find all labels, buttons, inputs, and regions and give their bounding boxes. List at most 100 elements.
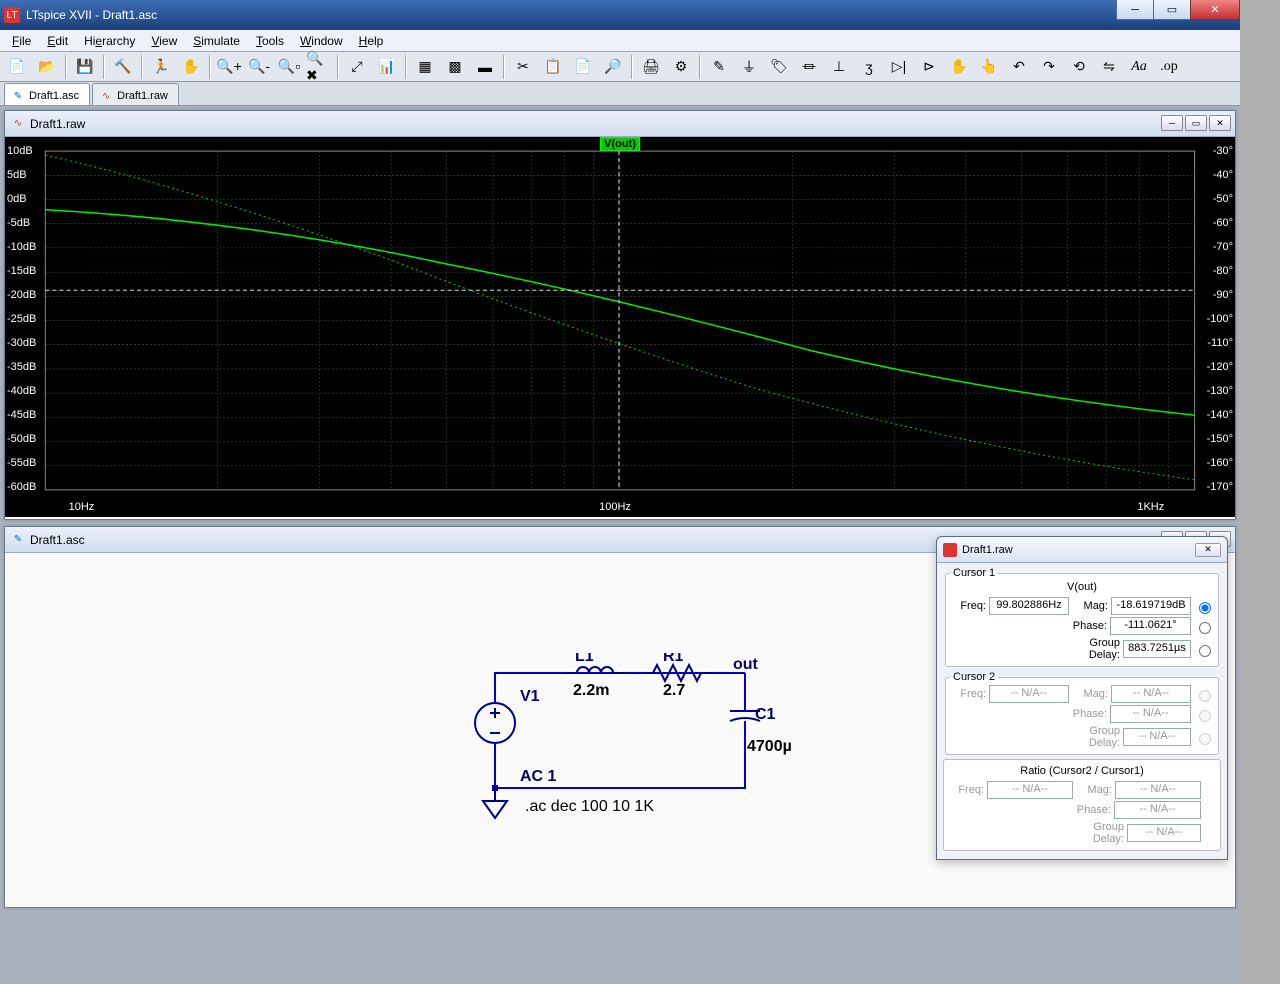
y2-axis-tick: -50° xyxy=(1213,193,1233,205)
window-minimize-button[interactable]: ─ xyxy=(1116,0,1154,20)
x-axis-tick: 1KHz xyxy=(1137,501,1164,513)
menu-view[interactable]: View xyxy=(143,32,185,50)
pick-trace-icon[interactable]: 📊 xyxy=(373,54,401,80)
ratio-freq-field: -- N/A-- xyxy=(987,781,1073,799)
cursor1-freq-field[interactable]: 99.802886Hz xyxy=(989,597,1069,615)
ground-icon[interactable]: ⏚ xyxy=(735,54,763,80)
plot-minimize-button[interactable]: ─ xyxy=(1161,115,1183,131)
cursor1-phase-radio[interactable] xyxy=(1199,622,1211,634)
inductor-icon[interactable]: ʒ xyxy=(855,54,883,80)
cursor2-section: Cursor 2 Freq: -- N/A-- Mag: -- N/A-- Ph… xyxy=(945,671,1219,755)
y2-axis-tick: -40° xyxy=(1213,169,1233,181)
menu-hierarchy[interactable]: Hierarchy xyxy=(76,32,143,50)
cursor1-mag-field[interactable]: -18.619719dB xyxy=(1111,597,1191,615)
menu-file[interactable]: File xyxy=(4,32,39,50)
y-axis-tick: -20dB xyxy=(7,289,36,301)
diode-icon[interactable]: ▷| xyxy=(885,54,913,80)
plot-maximize-button[interactable]: ▭ xyxy=(1185,115,1207,131)
tile-icon[interactable]: ▦ xyxy=(411,54,439,80)
menu-tools[interactable]: Tools xyxy=(248,32,292,50)
resistor-icon[interactable]: ⏛ xyxy=(795,54,823,80)
svg-text:out: out xyxy=(733,656,759,673)
capacitor-icon[interactable]: ⊥ xyxy=(825,54,853,80)
copy-icon[interactable]: 📋 xyxy=(539,54,567,80)
plot-area[interactable]: V(out) 10dB5dB0dB-5dB-10dB-15dB-20dB-25d… xyxy=(5,137,1235,517)
zoom-in-icon[interactable]: 🔍+ xyxy=(215,54,243,80)
cursor-panel-title: Draft1.raw xyxy=(962,544,1013,556)
tab-draft1-raw[interactable]: ∿Draft1.raw xyxy=(92,83,179,105)
y-axis-tick: -50dB xyxy=(7,433,36,445)
cursor-panel-close-button[interactable]: ✕ xyxy=(1195,543,1221,557)
rotate-icon[interactable]: ⟲ xyxy=(1065,54,1093,80)
y-axis-tick: 0dB xyxy=(7,193,27,205)
new-schematic-icon[interactable]: 📄 xyxy=(3,54,31,80)
cursor2-gd-radio xyxy=(1199,733,1211,745)
menu-help[interactable]: Help xyxy=(351,32,392,50)
cursor-info-panel[interactable]: Draft1.raw ✕ Cursor 1 V(out) Freq: 99.80… xyxy=(936,536,1228,860)
y2-axis-tick: -160° xyxy=(1207,457,1233,469)
autorange-icon[interactable]: ⤢ xyxy=(343,54,371,80)
toolbar: 📄 📂 💾 🔨 🏃 ✋ 🔍+ 🔍- 🔍▫ 🔍✖ ⤢ 📊 ▦ ▩ ▬ ✂ 📋 📄 … xyxy=(0,52,1240,82)
cascade-icon[interactable]: ▩ xyxy=(441,54,469,80)
draw-wire-icon[interactable]: ✎ xyxy=(705,54,733,80)
redo-icon[interactable]: ↷ xyxy=(1035,54,1063,80)
ratio-phase-field: -- N/A-- xyxy=(1114,801,1201,819)
run-icon[interactable]: 🏃 xyxy=(147,54,175,80)
svg-text:.ac dec 100 10 1K: .ac dec 100 10 1K xyxy=(525,798,654,815)
y-axis-tick: -15dB xyxy=(7,265,36,277)
paste-icon[interactable]: 📄 xyxy=(569,54,597,80)
open-icon[interactable]: 📂 xyxy=(33,54,61,80)
menu-simulate[interactable]: Simulate xyxy=(185,32,248,50)
cursor-panel-title-bar[interactable]: Draft1.raw ✕ xyxy=(937,537,1227,563)
window-maximize-button[interactable]: ▭ xyxy=(1153,0,1191,20)
print-icon[interactable]: 🖨 xyxy=(637,54,665,80)
mag-label: Mag: xyxy=(1072,600,1108,612)
svg-text:V1: V1 xyxy=(520,688,540,705)
svg-text:AC 1: AC 1 xyxy=(520,768,557,785)
cursor1-gd-radio[interactable] xyxy=(1199,645,1211,657)
find-icon[interactable]: 🔎 xyxy=(599,54,627,80)
cursor1-gd-field[interactable]: 883.7251µs xyxy=(1123,640,1191,658)
cut-icon[interactable]: ✂ xyxy=(509,54,537,80)
cursor1-phase-field[interactable]: -111.0621° xyxy=(1110,617,1191,635)
halt-icon[interactable]: ✋ xyxy=(177,54,205,80)
zoom-fit-icon[interactable]: 🔍▫ xyxy=(275,54,303,80)
undo-icon[interactable]: ↶ xyxy=(1005,54,1033,80)
tab-draft1-asc[interactable]: ✎Draft1.asc xyxy=(4,83,90,105)
plot-window-header[interactable]: ∿ Draft1.raw ─ ▭ ✕ xyxy=(5,111,1235,137)
menu-edit[interactable]: Edit xyxy=(39,32,76,50)
svg-text:L1: L1 xyxy=(575,653,594,665)
spice-directive-icon[interactable]: .op xyxy=(1155,54,1183,80)
cursor2-freq-field: -- N/A-- xyxy=(989,685,1069,703)
save-icon[interactable]: 💾 xyxy=(71,54,99,80)
mirror-icon[interactable]: ⇋ xyxy=(1095,54,1123,80)
y2-axis-tick: -150° xyxy=(1207,433,1233,445)
menu-window[interactable]: Window xyxy=(292,32,351,50)
component-icon[interactable]: ⊳ xyxy=(915,54,943,80)
y2-axis-tick: -170° xyxy=(1207,481,1233,493)
print-setup-icon[interactable]: ⚙ xyxy=(667,54,695,80)
text-icon[interactable]: Aa xyxy=(1125,54,1153,80)
y-axis-tick: -55dB xyxy=(7,457,36,469)
plot-window: ∿ Draft1.raw ─ ▭ ✕ V(out) xyxy=(4,110,1236,520)
waveform-icon: ∿ xyxy=(99,89,113,103)
y-axis-tick: 5dB xyxy=(7,169,27,181)
y-axis-tick: -35dB xyxy=(7,361,36,373)
cursor1-mag-radio[interactable] xyxy=(1199,602,1211,614)
zoom-back-icon[interactable]: 🔍✖ xyxy=(305,54,333,80)
y2-axis-tick: -140° xyxy=(1207,409,1233,421)
x-axis-tick: 100Hz xyxy=(599,501,631,513)
close-win-icon[interactable]: ▬ xyxy=(471,54,499,80)
control-panel-icon[interactable]: 🔨 xyxy=(109,54,137,80)
window-close-button[interactable]: ✕ xyxy=(1190,0,1240,20)
zoom-out-icon[interactable]: 🔍- xyxy=(245,54,273,80)
label-net-icon[interactable]: 🏷 xyxy=(765,54,793,80)
move-icon[interactable]: ✋ xyxy=(945,54,973,80)
svg-text:C1: C1 xyxy=(755,706,776,723)
x-axis-tick: 10Hz xyxy=(69,501,95,513)
plot-close-button[interactable]: ✕ xyxy=(1209,115,1231,131)
cursor2-gd-field: -- N/A-- xyxy=(1123,728,1191,746)
y2-axis-tick: -130° xyxy=(1207,385,1233,397)
y-axis-tick: -60dB xyxy=(7,481,36,493)
drag-icon[interactable]: 👆 xyxy=(975,54,1003,80)
